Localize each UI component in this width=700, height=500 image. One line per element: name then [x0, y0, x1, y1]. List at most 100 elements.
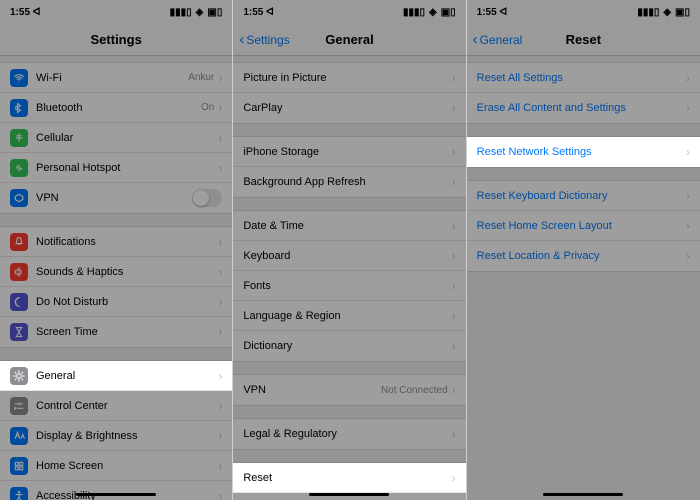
- chevron-right-icon: ›: [686, 71, 690, 85]
- status-bar: 1:55 ᐊ ▮▮▮▯ ◈ ▣▯: [0, 0, 232, 24]
- cell-label: Reset All Settings: [477, 72, 686, 84]
- reset-list[interactable]: Reset All Settings›Erase All Content and…: [467, 56, 700, 500]
- cell-label: Bluetooth: [36, 102, 201, 114]
- status-bar: 1:55 ᐊ ▮▮▮▯ ◈ ▣▯: [467, 0, 700, 24]
- cell-value: Not Connected: [381, 385, 448, 396]
- chevron-right-icon: ›: [452, 145, 456, 159]
- list-item[interactable]: Control Center›: [0, 391, 232, 421]
- list-item[interactable]: Erase All Content and Settings›: [467, 93, 700, 123]
- settings-group: VPNNot Connected›: [233, 374, 465, 406]
- list-item[interactable]: Picture in Picture›: [233, 63, 465, 93]
- chevron-right-icon: ›: [218, 101, 222, 115]
- accessibility-icon: [10, 487, 28, 500]
- general-list[interactable]: Picture in Picture›CarPlay›iPhone Storag…: [233, 56, 465, 500]
- back-button[interactable]: ‹ General: [473, 32, 523, 47]
- list-item[interactable]: Dictionary›: [233, 331, 465, 361]
- antenna-icon: [10, 129, 28, 147]
- list-item[interactable]: Reset Keyboard Dictionary›: [467, 181, 700, 211]
- list-item[interactable]: Reset Network Settings›: [467, 137, 700, 167]
- speaker-icon: [10, 263, 28, 281]
- cell-label: Background App Refresh: [243, 176, 451, 188]
- cell-label: Sounds & Haptics: [36, 266, 218, 278]
- list-item[interactable]: CarPlay›: [233, 93, 465, 123]
- back-label: Settings: [246, 33, 289, 47]
- cell-label: Display & Brightness: [36, 430, 218, 442]
- home-indicator[interactable]: [543, 493, 623, 496]
- list-item[interactable]: Background App Refresh›: [233, 167, 465, 197]
- page-title: Settings: [91, 32, 142, 47]
- chevron-right-icon: ›: [218, 235, 222, 249]
- status-time: 1:55 ᐊ: [477, 7, 507, 18]
- battery-icon: ▣▯: [675, 7, 690, 18]
- settings-group: Reset Keyboard Dictionary›Reset Home Scr…: [467, 180, 700, 272]
- cell-label: iPhone Storage: [243, 146, 451, 158]
- cell-label: Reset Network Settings: [477, 146, 686, 158]
- chevron-right-icon: ›: [452, 249, 456, 263]
- list-item[interactable]: Display & Brightness›: [0, 421, 232, 451]
- list-item[interactable]: Reset›: [233, 463, 465, 493]
- cell-label: Cellular: [36, 132, 218, 144]
- cell-label: Dictionary: [243, 340, 451, 352]
- list-item[interactable]: Keyboard›: [233, 241, 465, 271]
- list-item[interactable]: Date & Time›: [233, 211, 465, 241]
- wifi-status-icon: ◈: [196, 7, 204, 18]
- cell-label: Keyboard: [243, 250, 451, 262]
- list-item[interactable]: Screen Time›: [0, 317, 232, 347]
- list-item[interactable]: Reset All Settings›: [467, 63, 700, 93]
- chevron-right-icon: ›: [686, 101, 690, 115]
- screen-general: 1:55 ᐊ ▮▮▮▯ ◈ ▣▯ ‹ Settings General Pict…: [233, 0, 466, 500]
- cell-label: Personal Hotspot: [36, 162, 218, 174]
- cell-label: Wi-Fi: [36, 72, 188, 84]
- cell-label: Reset Home Screen Layout: [477, 220, 686, 232]
- cell-label: Erase All Content and Settings: [477, 102, 686, 114]
- list-item[interactable]: Cellular›: [0, 123, 232, 153]
- chevron-right-icon: ›: [452, 471, 456, 485]
- nav-bar: ‹ General Reset: [467, 24, 700, 56]
- cell-label: VPN: [243, 384, 381, 396]
- list-item[interactable]: Fonts›: [233, 271, 465, 301]
- battery-icon: ▣▯: [207, 7, 222, 18]
- moon-icon: [10, 293, 28, 311]
- cell-label: Language & Region: [243, 310, 451, 322]
- list-item[interactable]: Wi-FiAnkur›: [0, 63, 232, 93]
- chevron-right-icon: ›: [218, 459, 222, 473]
- cell-label: Picture in Picture: [243, 72, 451, 84]
- list-item[interactable]: Notifications›: [0, 227, 232, 257]
- hourglass-icon: [10, 323, 28, 341]
- list-item[interactable]: VPN: [0, 183, 232, 213]
- toggle-switch[interactable]: [192, 189, 222, 207]
- signal-icon: ▮▮▮▯: [637, 7, 659, 18]
- home-indicator[interactable]: [309, 493, 389, 496]
- link-icon: [10, 159, 28, 177]
- list-item[interactable]: BluetoothOn›: [0, 93, 232, 123]
- nav-bar: Settings: [0, 24, 232, 56]
- list-item[interactable]: Home Screen›: [0, 451, 232, 481]
- status-bar: 1:55 ᐊ ▮▮▮▯ ◈ ▣▯: [233, 0, 465, 24]
- cell-label: General: [36, 370, 218, 382]
- settings-group: Notifications›Sounds & Haptics›Do Not Di…: [0, 226, 232, 348]
- chevron-left-icon: ‹: [239, 32, 244, 47]
- list-item[interactable]: Language & Region›: [233, 301, 465, 331]
- back-button[interactable]: ‹ Settings: [239, 32, 289, 47]
- home-indicator[interactable]: [76, 493, 156, 496]
- list-item[interactable]: Sounds & Haptics›: [0, 257, 232, 287]
- chevron-right-icon: ›: [452, 101, 456, 115]
- list-item[interactable]: VPNNot Connected›: [233, 375, 465, 405]
- cell-label: VPN: [36, 192, 192, 204]
- settings-list[interactable]: Wi-FiAnkur›BluetoothOn›Cellular›Personal…: [0, 56, 232, 500]
- list-item[interactable]: Personal Hotspot›: [0, 153, 232, 183]
- list-item[interactable]: Reset Home Screen Layout›: [467, 211, 700, 241]
- cell-label: Screen Time: [36, 326, 218, 338]
- list-item[interactable]: Do Not Disturb›: [0, 287, 232, 317]
- chevron-right-icon: ›: [218, 489, 222, 500]
- page-title: Reset: [566, 32, 601, 47]
- cell-label: Notifications: [36, 236, 218, 248]
- list-item[interactable]: Reset Location & Privacy›: [467, 241, 700, 271]
- cell-label: Date & Time: [243, 220, 451, 232]
- list-item[interactable]: General›: [0, 361, 232, 391]
- list-item[interactable]: iPhone Storage›: [233, 137, 465, 167]
- list-item[interactable]: Legal & Regulatory›: [233, 419, 465, 449]
- status-time: 1:55 ᐊ: [243, 7, 273, 18]
- settings-group: Reset All Settings›Erase All Content and…: [467, 62, 700, 124]
- list-item[interactable]: Accessibility›: [0, 481, 232, 500]
